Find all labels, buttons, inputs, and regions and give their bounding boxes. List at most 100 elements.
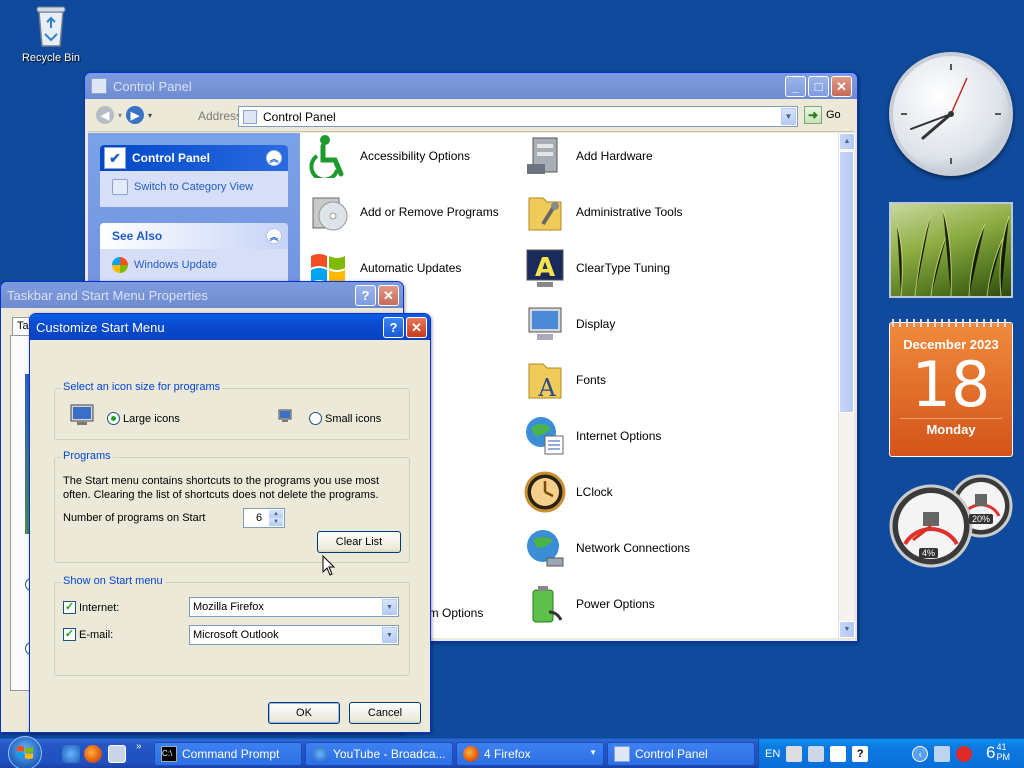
forward-dropdown-icon[interactable]: ▾: [148, 111, 152, 120]
security-alert-icon[interactable]: [956, 746, 973, 762]
cp-item-label: Power Options: [576, 597, 655, 611]
cleartype-icon: A: [522, 245, 568, 291]
cp-item-label: em Options: [422, 606, 484, 620]
email-client-select[interactable]: Microsoft Outlook ▼: [189, 625, 399, 645]
cp-item-display[interactable]: Display: [522, 301, 615, 347]
slideshow-gadget[interactable]: [889, 202, 1013, 298]
language-indicator[interactable]: EN: [765, 748, 780, 760]
large-icons-radio[interactable]: [107, 412, 120, 425]
cp-item-add-hardware[interactable]: Add Hardware: [522, 133, 653, 179]
switch-category-view-link[interactable]: Switch to Category View: [100, 171, 288, 207]
switch-view-label: Switch to Category View: [134, 181, 254, 193]
small-icons-monitor-icon: [277, 409, 293, 423]
network-icon[interactable]: [934, 746, 951, 762]
cp-item-power-options[interactable]: Power Options: [522, 581, 655, 627]
internet-option[interactable]: ✓ Internet:: [63, 601, 119, 614]
back-arrow-icon[interactable]: ◀: [96, 106, 114, 124]
taskbar-button-label: Control Panel: [635, 747, 708, 761]
tray-expand-icon[interactable]: ‹: [912, 746, 929, 762]
email-label: E-mail:: [79, 628, 114, 641]
dropdown-arrow-icon[interactable]: ▼: [382, 599, 397, 615]
customize-start-menu-dialog: Customize Start Menu ? ✕ Select an icon …: [29, 313, 431, 733]
cp-item-lclock[interactable]: LClock: [522, 469, 613, 515]
scroll-down-icon[interactable]: ▼: [839, 621, 855, 638]
cp-item-label: Automatic Updates: [360, 261, 462, 275]
cp-item-add-remove-programs[interactable]: Add or Remove Programs: [306, 189, 499, 235]
ie-quicklaunch-icon[interactable]: [62, 745, 80, 763]
go-button[interactable]: ➜ Go: [804, 106, 841, 124]
help-button[interactable]: ?: [383, 317, 404, 338]
calendar-gadget[interactable]: December 2023 18 Monday: [889, 319, 1013, 457]
control-panel-task-header[interactable]: ✔ Control Panel ︽: [100, 145, 288, 171]
taskbar-button-firefox-group[interactable]: 4 Firefox ▼: [456, 742, 604, 766]
recycle-bin-desktop-icon[interactable]: Recycle Bin: [18, 4, 84, 64]
cpu-meter-gadget[interactable]: 4% 20%: [889, 472, 1019, 572]
add-hardware-icon: [522, 133, 568, 179]
taskbar-button-command-prompt[interactable]: C:\ Command Prompt: [154, 742, 302, 766]
start-button[interactable]: [8, 736, 42, 768]
close-button[interactable]: ✕: [378, 285, 399, 306]
maximize-button[interactable]: □: [808, 76, 829, 97]
see-also-header[interactable]: See Also ︽: [100, 223, 288, 249]
internet-checkbox[interactable]: ✓: [63, 601, 76, 614]
collapse-chevron-icon[interactable]: ︽: [266, 228, 282, 244]
cp-item-fonts[interactable]: A Fonts: [522, 357, 606, 403]
cp-item-cleartype-tuning[interactable]: A ClearType Tuning: [522, 245, 670, 291]
email-client-value: Microsoft Outlook: [193, 629, 279, 641]
windows-update-label: Windows Update: [134, 259, 218, 271]
cp-item-internet-options[interactable]: Internet Options: [522, 413, 661, 459]
cancel-button[interactable]: Cancel: [349, 702, 421, 724]
firefox-quicklaunch-icon[interactable]: [84, 745, 102, 763]
dropdown-arrow-icon[interactable]: ▼: [382, 627, 397, 643]
grass-photo: [896, 209, 1010, 297]
cp-item-label: Network Connections: [576, 541, 691, 555]
cp-item-administrative-tools[interactable]: Administrative Tools: [522, 189, 683, 235]
minimize-button[interactable]: _: [785, 76, 806, 97]
taskbar-button-youtube[interactable]: YouTube - Broadca...: [305, 742, 453, 766]
clear-list-button[interactable]: Clear List: [317, 531, 401, 553]
small-icons-radio[interactable]: [309, 412, 322, 425]
second-hand: [950, 77, 968, 115]
spin-down-icon[interactable]: ▼: [269, 518, 283, 526]
cp-item-partial-left-9[interactable]: em Options: [422, 606, 483, 620]
quicklaunch-overflow-icon[interactable]: »: [136, 741, 142, 752]
customize-start-menu-titlebar[interactable]: Customize Start Menu ? ✕: [30, 314, 430, 340]
cp-item-accessibility-options[interactable]: Accessibility Options: [306, 133, 470, 179]
internet-browser-select[interactable]: Mozilla Firefox ▼: [189, 597, 399, 617]
group-label: Select an icon size for programs: [61, 381, 223, 393]
control-panel-titlebar[interactable]: Control Panel _ □ ✕: [85, 73, 857, 99]
small-icons-option[interactable]: Small icons: [309, 412, 381, 425]
num-programs-value: 6: [256, 512, 263, 524]
show-desktop-icon[interactable]: [108, 745, 126, 763]
scroll-thumb[interactable]: [839, 151, 854, 413]
ok-button[interactable]: OK: [268, 702, 340, 724]
close-button[interactable]: ✕: [831, 76, 852, 97]
speech-icon[interactable]: [830, 746, 847, 762]
taskbar-button-control-panel[interactable]: Control Panel: [607, 742, 755, 766]
help-icon[interactable]: ?: [852, 746, 869, 762]
help-button[interactable]: ?: [355, 285, 376, 306]
email-checkbox[interactable]: ✓: [63, 628, 76, 641]
address-input[interactable]: Control Panel ▼: [238, 106, 798, 127]
keyboard-icon[interactable]: [786, 746, 803, 762]
large-icons-option[interactable]: Large icons: [107, 412, 180, 425]
collapse-chevron-icon[interactable]: ︽: [266, 150, 282, 166]
windows-update-link[interactable]: Windows Update: [100, 249, 288, 285]
window-title: Taskbar and Start Menu Properties: [7, 287, 208, 303]
pen-icon[interactable]: [808, 746, 825, 762]
close-button[interactable]: ✕: [406, 317, 427, 338]
back-dropdown-icon[interactable]: ▾: [118, 111, 122, 120]
num-programs-spinner[interactable]: 6 ▲ ▼: [243, 508, 285, 528]
taskbar-clock[interactable]: 6 41 PM: [986, 742, 1010, 764]
clock-gadget[interactable]: [889, 52, 1013, 176]
control-panel-scrollbar[interactable]: ▲ ▼: [838, 133, 855, 638]
scroll-up-icon[interactable]: ▲: [839, 133, 855, 150]
spin-up-icon[interactable]: ▲: [269, 510, 283, 518]
forward-arrow-icon[interactable]: ▶: [126, 106, 145, 124]
address-dropdown-icon[interactable]: ▼: [781, 108, 796, 125]
group-label: Show on Start menu: [61, 575, 165, 587]
email-option[interactable]: ✓ E-mail:: [63, 628, 113, 641]
taskbar-button-label: YouTube - Broadca...: [333, 747, 446, 761]
taskbar-properties-titlebar[interactable]: Taskbar and Start Menu Properties ? ✕: [1, 282, 403, 308]
cp-item-network-connections[interactable]: Network Connections: [522, 525, 690, 571]
